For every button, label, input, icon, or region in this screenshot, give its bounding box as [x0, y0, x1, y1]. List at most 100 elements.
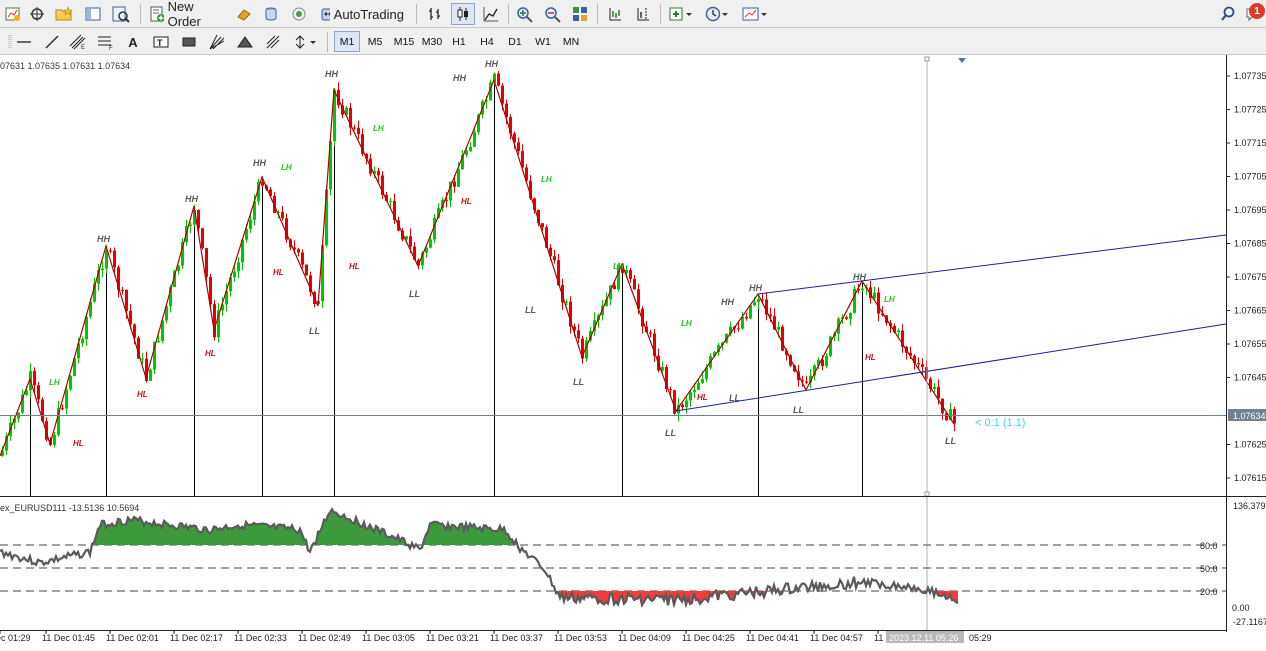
bear-candle: [649, 332, 652, 334]
indicators-dropdown-icon[interactable]: [666, 3, 696, 25]
bear-candle: [517, 142, 520, 152]
swing-label-hl: HL: [349, 262, 360, 271]
time-tick-label: 11 Dec 03:53: [554, 633, 607, 643]
bear-candle: [261, 181, 264, 186]
bear-candle: [937, 387, 940, 399]
time-tick-label: 11 Dec 04:25: [682, 633, 735, 643]
timeframe-m30[interactable]: M30: [418, 31, 446, 52]
swing-label-lh: LH: [613, 262, 624, 271]
bar-chart-icon[interactable]: [423, 3, 447, 25]
bull-candle: [101, 268, 104, 271]
crosshair-top-handle[interactable]: [924, 56, 930, 62]
bear-candle: [125, 289, 128, 311]
periods-dropdown-icon[interactable]: [702, 3, 732, 25]
swing-label-lh: LH: [884, 295, 895, 304]
bull-candle: [689, 392, 692, 401]
rectangle-icon[interactable]: [178, 31, 200, 53]
new-chart-icon[interactable]: [2, 3, 24, 25]
price-chart[interactable]: HH HH HH HH HH HH HH HH HH LH LH LH LH LH LH LH HL HL HL HL…: [0, 55, 1266, 651]
crosshair-profiles-icon[interactable]: [26, 3, 48, 25]
time-tick-label: 11 Dec 02:49: [298, 633, 351, 643]
templates-dropdown-icon[interactable]: [739, 3, 771, 25]
chart-shift-icon[interactable]: [631, 3, 655, 25]
bull-candle: [189, 224, 192, 226]
data-window-icon[interactable]: [260, 3, 282, 25]
bull-candle: [157, 340, 160, 342]
bull-candle: [233, 271, 236, 278]
timeframe-h4[interactable]: H4: [474, 31, 500, 52]
swing-label-hh: HH: [749, 283, 762, 293]
bull-candle: [473, 132, 476, 147]
market-watch-icon[interactable]: [233, 3, 255, 25]
swing-label-lh: LH: [49, 378, 60, 387]
swing-label-hh: HH: [485, 59, 498, 69]
bear-candle: [577, 330, 580, 339]
auto-scroll-icon[interactable]: [603, 3, 627, 25]
arrows-dropdown-icon[interactable]: [290, 31, 322, 53]
autotrading-icon: [321, 8, 330, 21]
bull-candle: [753, 302, 756, 306]
timeframe-d1[interactable]: D1: [502, 31, 528, 52]
signals-icon[interactable]: [288, 3, 310, 25]
swing-label-hl: HL: [137, 390, 148, 399]
time-tick-label: 11: [874, 633, 883, 643]
price-tick-label: 1.07655: [1234, 339, 1266, 349]
timeframe-w1[interactable]: W1: [530, 31, 556, 52]
equidistant-channel-icon[interactable]: E: [66, 31, 90, 53]
timeframe-h1[interactable]: H1: [446, 31, 472, 52]
folder-star-icon[interactable]: [52, 3, 76, 25]
swing-label-ll: LL: [525, 305, 536, 315]
bear-candle: [877, 292, 880, 314]
time-tick-label: 11 Dec 02:01: [106, 633, 159, 643]
price-tick-label: 1.07705: [1234, 172, 1266, 182]
swing-label-hh: HH: [325, 69, 338, 79]
fibonacci-icon[interactable]: F: [94, 31, 118, 53]
pitchfork-icon[interactable]: [262, 31, 284, 53]
bear-candle: [109, 250, 112, 252]
crosshair-bottom-handle[interactable]: [924, 491, 930, 497]
autotrading-button[interactable]: AutoTrading: [316, 3, 408, 25]
time-tick-label: 11 Dec 03:05: [362, 633, 415, 643]
line-chart-icon[interactable]: [479, 3, 503, 25]
price-tick-label: 1.07715: [1234, 138, 1266, 148]
navigator-window-icon[interactable]: [82, 3, 104, 25]
time-end-label: 05:29: [969, 633, 992, 643]
timeframe-m1[interactable]: M1: [334, 31, 360, 52]
text-tool-icon[interactable]: A: [122, 31, 144, 53]
timeframe-mn[interactable]: MN: [558, 31, 584, 52]
zoom-out-icon[interactable]: [540, 3, 564, 25]
osc-level-label: 50.0: [1200, 564, 1218, 574]
time-tick-label: ec 01:29: [0, 633, 31, 643]
zoom-in-icon[interactable]: [512, 3, 536, 25]
indicator-title: ex_EURUSD111 -13.5136 10.5694: [0, 503, 139, 513]
horizontal-line-icon[interactable]: [12, 31, 36, 53]
text-label-icon[interactable]: T: [150, 31, 172, 53]
swing-label-ll: LL: [665, 428, 676, 438]
timeframe-m15[interactable]: M15: [390, 31, 418, 52]
search-icon[interactable]: [1217, 3, 1239, 25]
bull-candle: [825, 355, 828, 367]
bear-candle: [553, 256, 556, 261]
swing-label-hl: HL: [205, 349, 216, 358]
tile-windows-icon[interactable]: [568, 3, 592, 25]
swing-label-hl: HL: [273, 268, 284, 277]
ohlc-header: 07631 1.07635 1.07631 1.07634: [0, 61, 130, 71]
strategy-tester-icon[interactable]: [109, 3, 133, 25]
price-tick-label: 1.07675: [1234, 272, 1266, 282]
timeframe-m5[interactable]: M5: [362, 31, 388, 52]
swing-label-ll: LL: [409, 289, 420, 299]
trendline-icon[interactable]: [40, 31, 64, 53]
svg-text:T: T: [157, 38, 163, 48]
bear-candle: [301, 252, 304, 265]
price-tick-label: 1.07615: [1234, 473, 1266, 483]
bear-candle: [305, 264, 308, 276]
gann-fan-icon[interactable]: [206, 31, 228, 53]
bear-candle: [121, 289, 124, 291]
swing-label-hh: HH: [253, 158, 266, 168]
swing-label-ll: LL: [573, 377, 584, 387]
triangle-icon[interactable]: [234, 31, 256, 53]
bull-candle: [873, 292, 876, 299]
new-order-button[interactable]: New Order: [145, 0, 229, 29]
bull-candle: [465, 150, 468, 155]
candlestick-chart-icon[interactable]: [451, 3, 475, 25]
